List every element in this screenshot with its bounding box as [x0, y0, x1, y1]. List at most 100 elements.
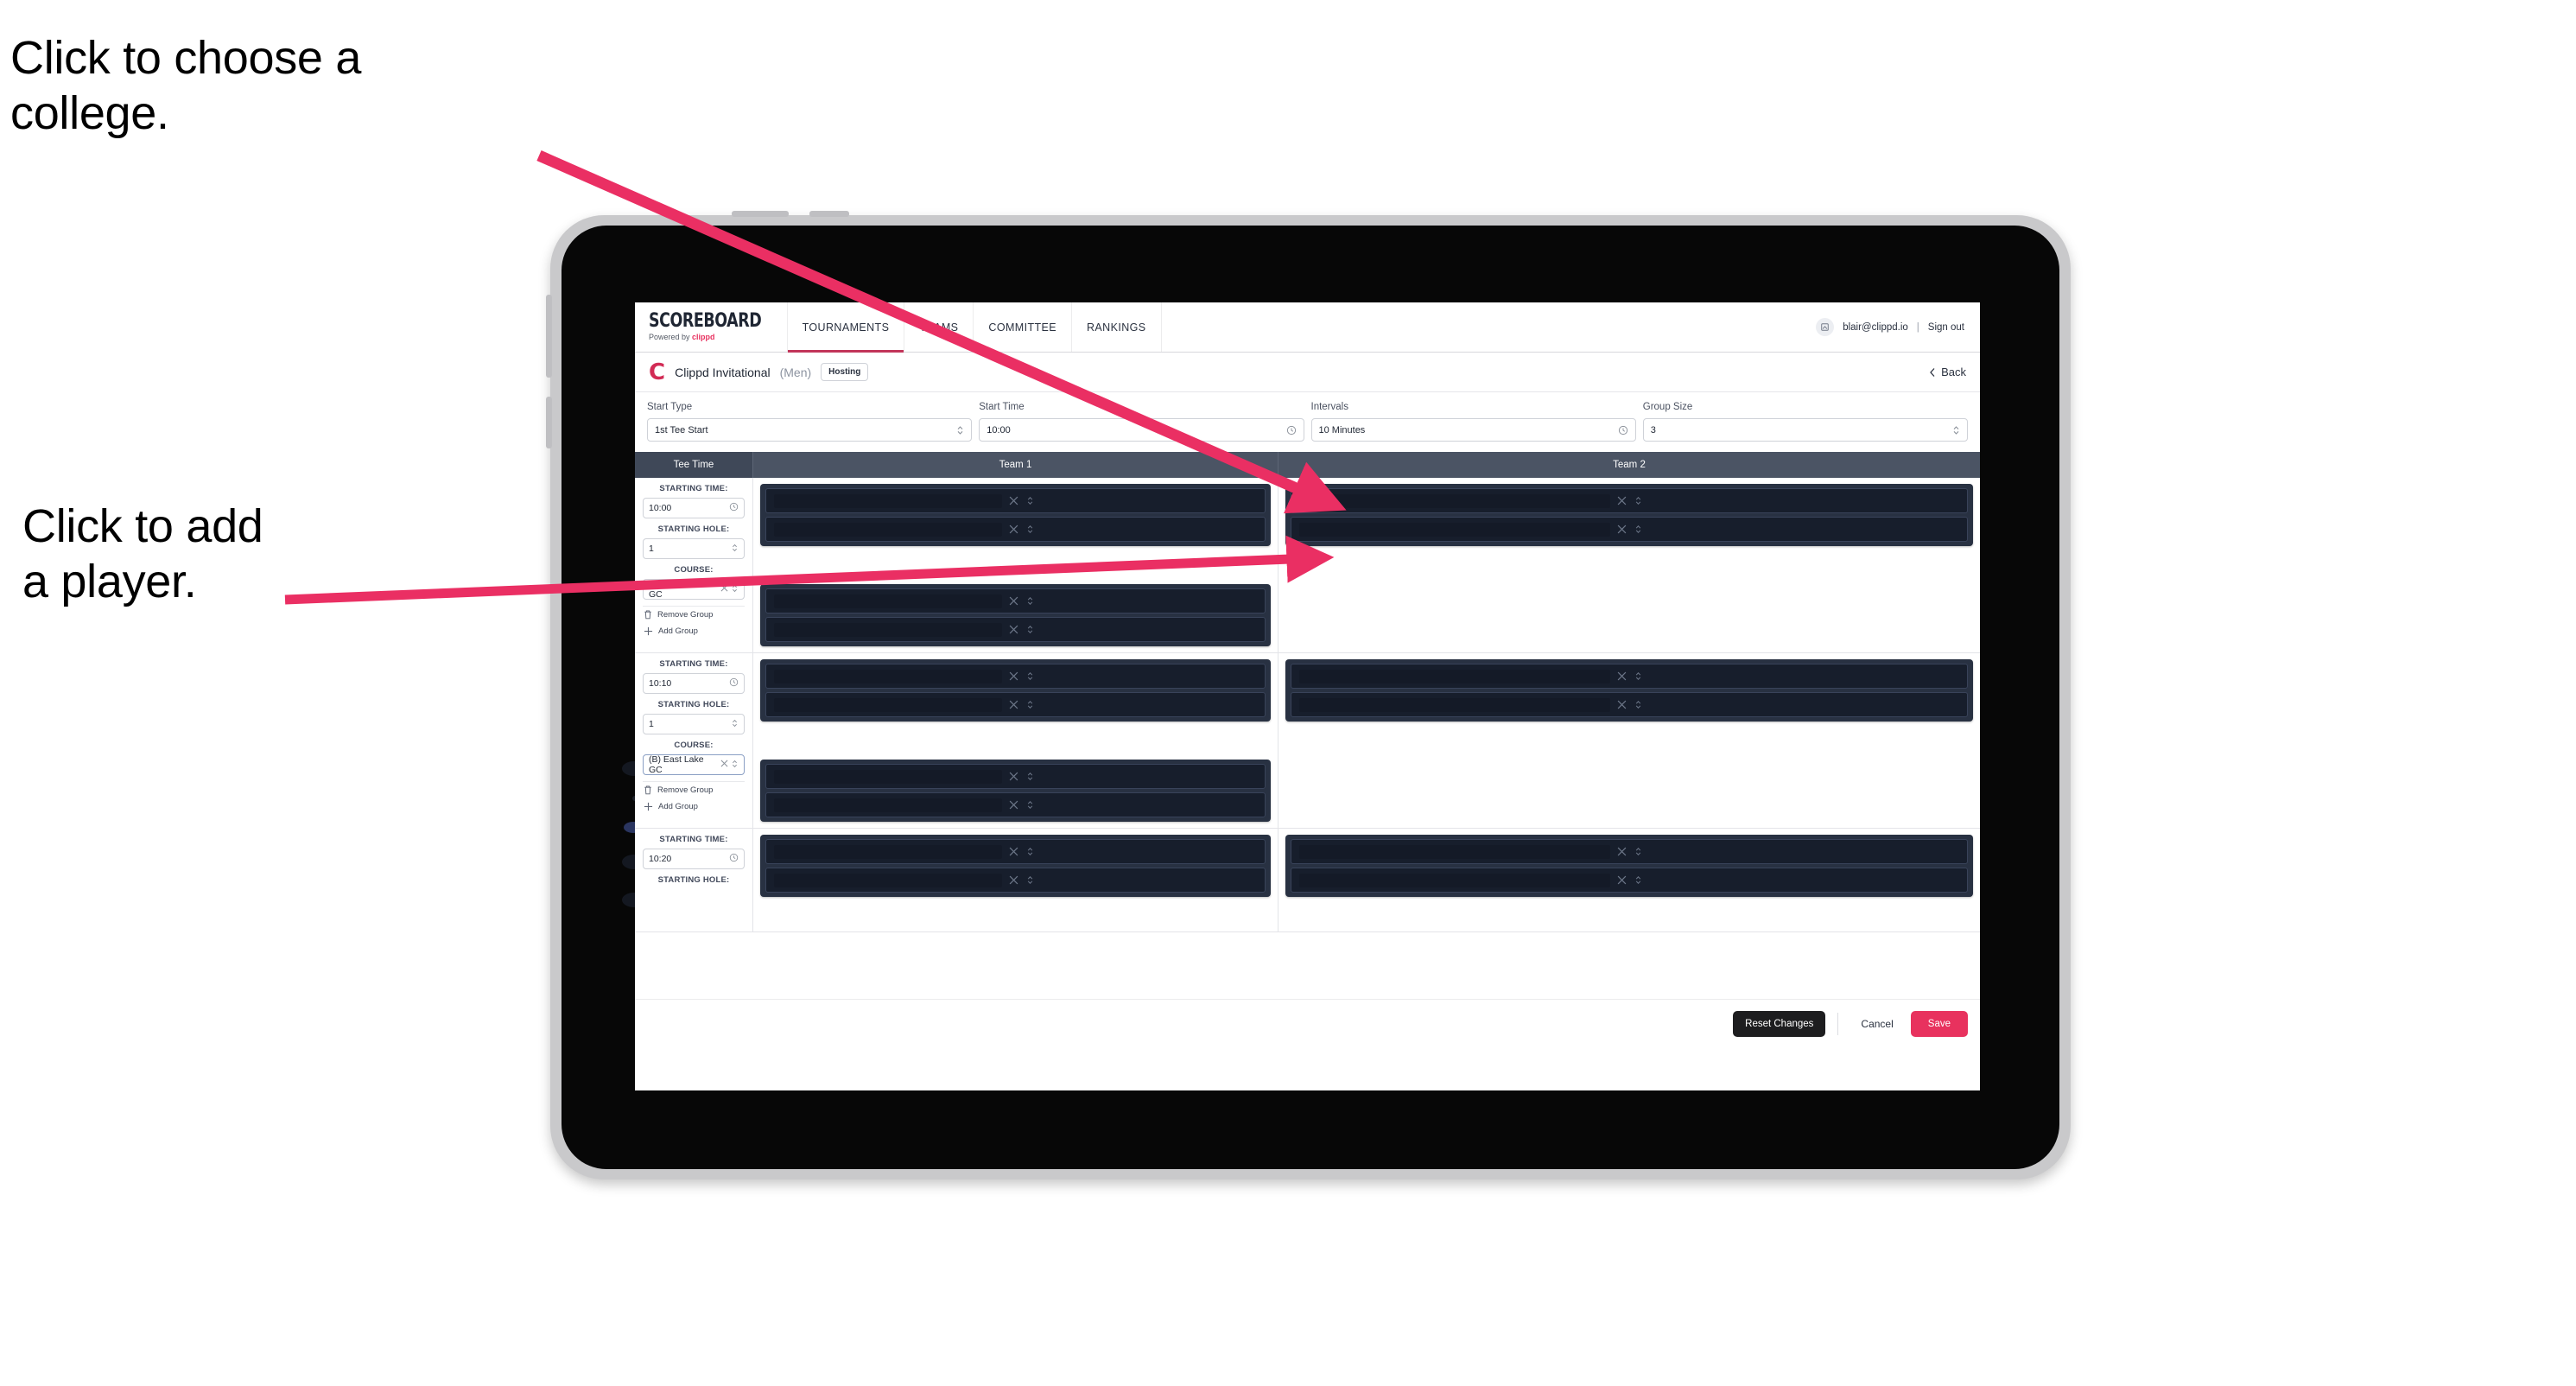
course-select[interactable]: (A) Peachtree GC: [643, 579, 745, 600]
player-name-placeholder: [774, 769, 1002, 784]
start-time-input[interactable]: 10:00: [979, 418, 1304, 442]
stepper-icon[interactable]: [1026, 671, 1034, 682]
player-slot[interactable]: [765, 588, 1266, 614]
close-icon[interactable]: [1009, 772, 1018, 781]
player-slot[interactable]: [765, 792, 1266, 817]
player-slot[interactable]: [765, 617, 1266, 642]
close-icon[interactable]: [1617, 700, 1627, 709]
tee-sheet-rows[interactable]: STARTING TIME: 10:00 STARTING HOLE: 1 CO…: [635, 478, 1980, 999]
starting-time-input[interactable]: 10:20: [643, 849, 745, 869]
brand-logo[interactable]: SCOREBOARD Powered by clippd: [635, 302, 788, 352]
stepper-icon[interactable]: [731, 583, 739, 596]
player-slot[interactable]: [1291, 517, 1968, 542]
close-icon[interactable]: [1009, 625, 1018, 634]
close-icon[interactable]: [1009, 700, 1018, 709]
close-icon[interactable]: [720, 584, 728, 594]
player-slot[interactable]: [1291, 868, 1968, 893]
nav-tab-committee[interactable]: COMMITTEE: [974, 302, 1072, 352]
clock-icon[interactable]: [1286, 425, 1297, 436]
close-icon[interactable]: [1617, 875, 1627, 885]
intervals-input[interactable]: 10 Minutes: [1310, 418, 1636, 442]
stepper-icon[interactable]: [1634, 846, 1642, 857]
volume-up-button[interactable]: [546, 295, 552, 378]
stepper-icon[interactable]: [1026, 699, 1034, 710]
add-group-button[interactable]: Add Group: [643, 798, 745, 815]
nav-tab-rankings[interactable]: RANKINGS: [1072, 302, 1162, 352]
nav-tab-teams[interactable]: TEAMS: [904, 302, 974, 352]
player-slot-icons: [1009, 495, 1034, 506]
stepper-icon[interactable]: [731, 718, 739, 731]
player-slot[interactable]: [1291, 692, 1968, 717]
remove-group-button[interactable]: Remove Group: [643, 781, 745, 798]
stepper-icon[interactable]: [1952, 424, 1960, 436]
close-icon[interactable]: [1009, 800, 1018, 810]
player-slot[interactable]: [1291, 664, 1968, 689]
clock-icon[interactable]: [729, 502, 739, 514]
player-slot[interactable]: [765, 692, 1266, 717]
nav-tab-tournaments[interactable]: TOURNAMENTS: [787, 302, 905, 353]
starting-hole-input[interactable]: 1: [643, 714, 745, 734]
player-slot[interactable]: [1291, 488, 1968, 513]
player-slot[interactable]: [765, 764, 1266, 789]
course-select[interactable]: (B) East Lake GC: [643, 754, 745, 775]
power-button[interactable]: [732, 211, 789, 217]
close-icon[interactable]: [720, 760, 728, 770]
starting-hole-input[interactable]: 1: [643, 538, 745, 559]
player-slot[interactable]: [765, 488, 1266, 513]
stepper-icon[interactable]: [1026, 595, 1034, 607]
player-slot[interactable]: [765, 664, 1266, 689]
starting-time-input[interactable]: 10:10: [643, 673, 745, 694]
stepper-icon[interactable]: [1634, 699, 1642, 710]
cancel-button[interactable]: Cancel: [1850, 1010, 1903, 1038]
add-group-button[interactable]: Add Group: [643, 623, 745, 639]
stepper-icon[interactable]: [1026, 524, 1034, 535]
start-type-select[interactable]: 1st Tee Start: [647, 418, 973, 442]
tee-time-cell: STARTING TIME: 10:10 STARTING HOLE: 1 CO…: [635, 653, 753, 828]
stepper-icon[interactable]: [1026, 874, 1034, 886]
player-slot-icons: [1009, 771, 1034, 782]
player-slot[interactable]: [765, 868, 1266, 893]
stepper-icon[interactable]: [731, 759, 739, 772]
avatar[interactable]: [1816, 318, 1835, 336]
player-slot-icons: [1009, 846, 1034, 857]
group-size-stepper[interactable]: 3: [1642, 418, 1968, 442]
player-slot[interactable]: [1291, 839, 1968, 864]
stepper-icon[interactable]: [1634, 524, 1642, 535]
close-icon[interactable]: [1009, 875, 1018, 885]
close-icon[interactable]: [1617, 847, 1627, 856]
close-icon[interactable]: [1009, 496, 1018, 505]
sign-out-link[interactable]: Sign out: [1928, 322, 1964, 333]
close-icon[interactable]: [1009, 525, 1018, 534]
clock-icon[interactable]: [729, 853, 739, 865]
back-button[interactable]: Back: [1929, 366, 1966, 378]
stepper-icon[interactable]: [1634, 874, 1642, 886]
stepper-icon[interactable]: [1634, 671, 1642, 682]
stepper-icon[interactable]: [1026, 846, 1034, 857]
volume-down-button[interactable]: [546, 397, 552, 448]
close-icon[interactable]: [1617, 671, 1627, 681]
player-name-placeholder: [1299, 697, 1611, 712]
stepper-icon[interactable]: [956, 424, 964, 436]
stepper-icon[interactable]: [1026, 771, 1034, 782]
clock-icon[interactable]: [729, 677, 739, 690]
reset-changes-button[interactable]: Reset Changes: [1733, 1010, 1826, 1037]
stepper-icon[interactable]: [1026, 495, 1034, 506]
nav-tab-label: TEAMS: [919, 321, 959, 334]
team2-cell: [1278, 653, 1980, 828]
player-slot[interactable]: [765, 839, 1266, 864]
close-icon[interactable]: [1617, 525, 1627, 534]
close-icon[interactable]: [1009, 596, 1018, 606]
stepper-icon[interactable]: [731, 543, 739, 556]
save-button[interactable]: Save: [1910, 1010, 1968, 1037]
clock-icon[interactable]: [1618, 425, 1628, 436]
remove-group-button[interactable]: Remove Group: [643, 606, 745, 623]
close-icon[interactable]: [1009, 671, 1018, 681]
close-icon[interactable]: [1009, 847, 1018, 856]
starting-time-input[interactable]: 10:00: [643, 498, 745, 518]
stepper-icon[interactable]: [1026, 799, 1034, 811]
stepper-icon[interactable]: [1026, 624, 1034, 635]
player-slot[interactable]: [765, 517, 1266, 542]
stepper-icon[interactable]: [1634, 495, 1642, 506]
close-icon[interactable]: [1617, 496, 1627, 505]
